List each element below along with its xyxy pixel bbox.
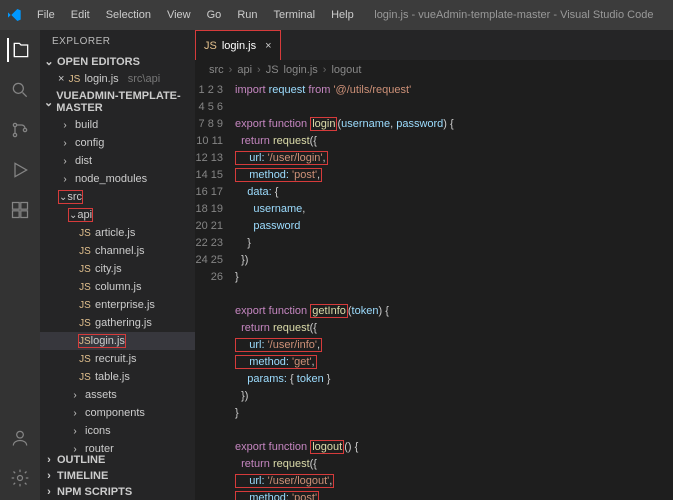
search-icon[interactable] [8, 78, 32, 102]
breadcrumb[interactable]: src› api› JSlogin.js› logout [195, 60, 673, 80]
menu-help[interactable]: Help [324, 5, 361, 25]
chevron-down-icon: ⌄ [44, 55, 54, 68]
file-item[interactable]: JSlogin.js [40, 332, 195, 350]
sidebar: EXPLORER ⌄OPEN EDITORS ×JSlogin.js src\a… [40, 30, 195, 500]
chevron-right-icon: › [58, 156, 72, 167]
js-file-icon: JS [266, 64, 279, 76]
js-file-icon: JS [78, 300, 92, 311]
editor-area: JSlogin.js× src› api› JSlogin.js› logout… [195, 30, 673, 500]
file-item[interactable]: JScolumn.js [40, 278, 195, 296]
js-file-icon: JS [78, 282, 92, 293]
folder-item[interactable]: ›components [40, 404, 195, 422]
chevron-down-icon: ⌄ [44, 96, 53, 109]
menu-bar[interactable]: File Edit Selection View Go Run Terminal… [30, 5, 361, 25]
folder-item[interactable]: ›dist [40, 152, 195, 170]
chevron-right-icon: › [58, 174, 72, 185]
file-item[interactable]: JSchannel.js [40, 242, 195, 260]
editor-tabs: JSlogin.js× [195, 30, 673, 60]
extensions-icon[interactable] [8, 198, 32, 222]
js-file-icon: JS [78, 246, 92, 257]
code-editor[interactable]: 1 2 3 4 5 6 7 8 9 10 11 12 13 14 15 16 1… [195, 80, 673, 500]
explorer-icon[interactable] [7, 38, 31, 62]
folder-item[interactable]: ›node_modules [40, 170, 195, 188]
file-tree: ›build›config›dist›node_modules⌄src⌄apiJ… [40, 116, 195, 452]
close-icon[interactable]: × [58, 73, 64, 85]
chevron-right-icon: › [58, 120, 72, 131]
vscode-logo-icon [6, 7, 22, 23]
js-file-icon: JS [78, 318, 92, 329]
line-numbers: 1 2 3 4 5 6 7 8 9 10 11 12 13 14 15 16 1… [195, 80, 235, 500]
js-file-icon: JS [78, 228, 92, 239]
menu-file[interactable]: File [30, 5, 62, 25]
outline-header[interactable]: ›OUTLINE [40, 452, 195, 468]
folder-item[interactable]: ⌄src [40, 188, 195, 206]
settings-icon[interactable] [8, 466, 32, 490]
folder-item[interactable]: ›assets [40, 386, 195, 404]
folder-item[interactable]: ›icons [40, 422, 195, 440]
js-file-icon: JS [78, 354, 92, 365]
file-item[interactable]: JStable.js [40, 368, 195, 386]
folder-item[interactable]: ⌄api [40, 206, 195, 224]
chevron-right-icon: › [44, 470, 54, 482]
js-file-icon: JS [78, 372, 92, 383]
file-item[interactable]: JSgathering.js [40, 314, 195, 332]
source-control-icon[interactable] [8, 118, 32, 142]
code-content[interactable]: import request from '@/utils/request' ex… [235, 80, 454, 500]
chevron-right-icon: › [44, 486, 54, 498]
account-icon[interactable] [8, 426, 32, 450]
chevron-right-icon: › [68, 390, 82, 401]
chevron-right-icon: › [68, 408, 82, 419]
js-file-icon: JS [79, 336, 91, 347]
window-title: login.js - vueAdmin-template-master - Vi… [361, 9, 667, 21]
folder-item[interactable]: ›config [40, 134, 195, 152]
file-item[interactable]: JSarticle.js [40, 224, 195, 242]
menu-terminal[interactable]: Terminal [267, 5, 323, 25]
menu-edit[interactable]: Edit [64, 5, 97, 25]
tab-login-js[interactable]: JSlogin.js× [195, 30, 281, 60]
js-file-icon: JS [78, 264, 92, 275]
open-editor-item[interactable]: ×JSlogin.js src\api [40, 70, 195, 88]
js-file-icon: JS [204, 40, 217, 52]
menu-selection[interactable]: Selection [99, 5, 158, 25]
chevron-right-icon: › [58, 138, 72, 149]
project-header[interactable]: ⌄VUEADMIN-TEMPLATE-MASTER [40, 88, 195, 116]
close-icon[interactable]: × [265, 40, 271, 52]
chevron-right-icon: › [44, 454, 54, 466]
menu-go[interactable]: Go [200, 5, 229, 25]
titlebar: File Edit Selection View Go Run Terminal… [0, 0, 673, 30]
chevron-right-icon: › [68, 444, 82, 453]
menu-view[interactable]: View [160, 5, 198, 25]
folder-item[interactable]: ›build [40, 116, 195, 134]
sidebar-title: EXPLORER [40, 30, 195, 53]
file-item[interactable]: JScity.js [40, 260, 195, 278]
menu-run[interactable]: Run [230, 5, 264, 25]
folder-item[interactable]: ›router [40, 440, 195, 452]
run-debug-icon[interactable] [8, 158, 32, 182]
timeline-header[interactable]: ›TIMELINE [40, 468, 195, 484]
file-item[interactable]: JSenterprise.js [40, 296, 195, 314]
npm-header[interactable]: ›NPM SCRIPTS [40, 484, 195, 500]
file-item[interactable]: JSrecruit.js [40, 350, 195, 368]
open-editors-header[interactable]: ⌄OPEN EDITORS [40, 53, 195, 70]
chevron-right-icon: › [68, 426, 82, 437]
js-file-icon: JS [67, 74, 81, 85]
activity-bar [0, 30, 40, 500]
